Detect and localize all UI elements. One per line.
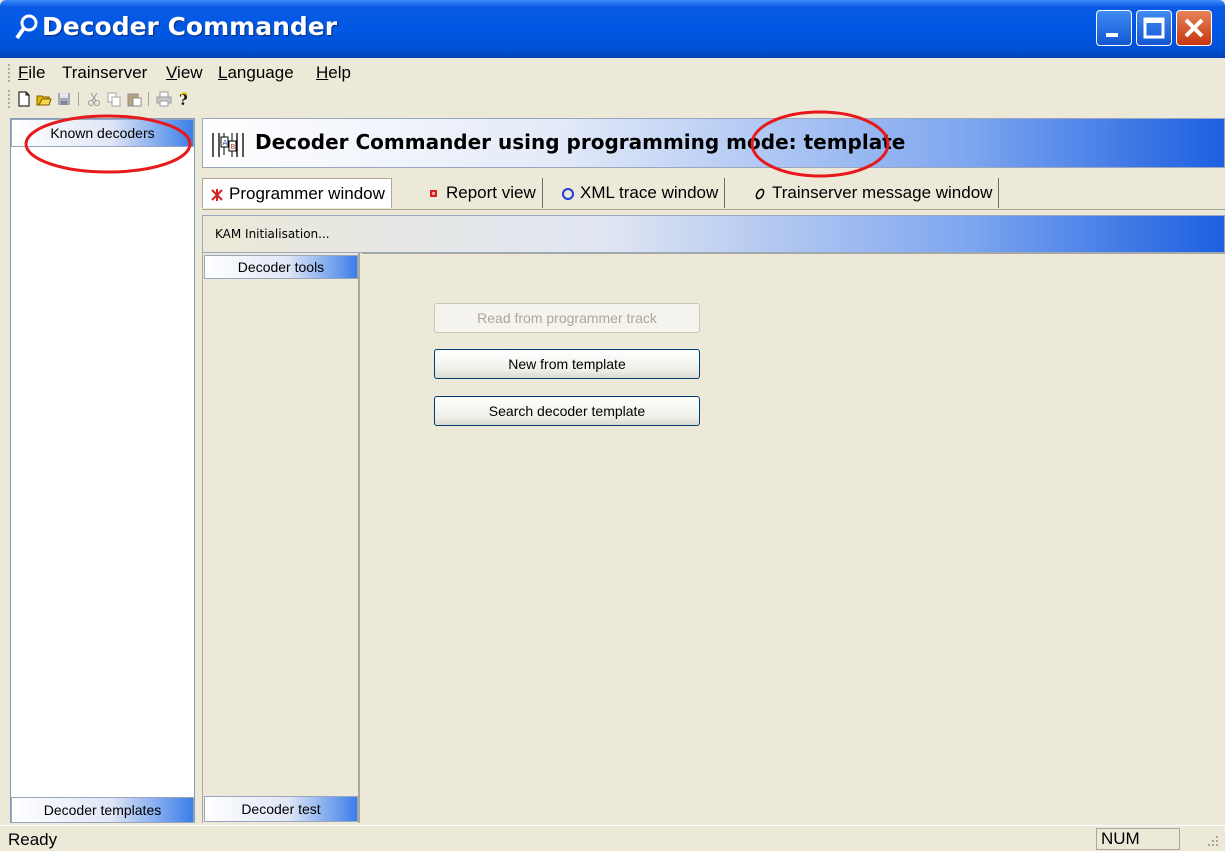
magnifier-icon xyxy=(15,14,38,40)
paste-icon[interactable] xyxy=(126,91,142,107)
header-title: Decoder Commander using programming mode… xyxy=(255,130,906,154)
decoder-tools-tab[interactable]: Decoder tools xyxy=(204,255,358,279)
tab-xml-trace-window-label: XML trace window xyxy=(580,183,719,202)
kam-initialisation-bar[interactable]: KAM Initialisation... xyxy=(202,215,1225,253)
toolbar-separator xyxy=(148,92,149,106)
toolbar: ? xyxy=(0,86,1225,112)
menu-language-label: anguage xyxy=(227,63,294,82)
known-decoders-tab[interactable]: Known decoders xyxy=(11,119,194,147)
decoder-templates-tab[interactable]: Decoder templates xyxy=(11,797,194,823)
tab-report-view[interactable]: Report view xyxy=(420,178,543,208)
read-from-programmer-track-button[interactable]: Read from programmer track xyxy=(434,303,700,333)
resize-grip-icon[interactable] xyxy=(1205,833,1219,847)
minimize-icon xyxy=(1106,33,1118,37)
print-icon[interactable] xyxy=(156,91,172,107)
xml-icon xyxy=(562,188,574,200)
new-icon[interactable] xyxy=(16,91,32,107)
menu-bar: File Trainserver View Language Help xyxy=(0,58,1225,86)
cut-icon[interactable] xyxy=(86,91,102,107)
help-icon[interactable]: ? xyxy=(176,91,192,107)
status-bar: Ready NUM xyxy=(0,825,1225,851)
tab-report-view-label: Report view xyxy=(446,183,536,202)
num-lock-indicator: NUM xyxy=(1096,828,1180,850)
toolbar-grip xyxy=(8,90,11,108)
menu-file-label: ile xyxy=(28,63,46,82)
tab-programmer-window-label: Programmer window xyxy=(229,184,385,203)
menu-help-mnemonic: H xyxy=(316,63,329,82)
menu-language[interactable]: Language xyxy=(218,63,294,83)
menu-trainserver-label: Trainserver xyxy=(62,63,148,82)
save-icon[interactable] xyxy=(56,91,72,107)
kam-initialisation-label: KAM Initialisation... xyxy=(215,227,330,241)
tab-programmer-window[interactable]: Programmer window xyxy=(202,178,392,208)
decoder-tools-pane: Decoder tools Decoder test xyxy=(202,253,360,823)
status-text: Ready xyxy=(8,830,58,849)
search-decoder-template-button[interactable]: Search decoder template xyxy=(434,396,700,426)
maximize-icon xyxy=(1143,17,1165,39)
copy-icon[interactable] xyxy=(106,91,122,107)
new-from-template-button[interactable]: New from template xyxy=(434,349,700,379)
menu-trainserver[interactable]: Trainserver xyxy=(62,63,147,83)
menu-view-mnemonic: V xyxy=(166,63,178,82)
decoder-icon: A B xyxy=(212,133,244,157)
close-icon xyxy=(1184,18,1204,38)
menu-help[interactable]: Help xyxy=(316,63,351,83)
title-bar[interactable]: Decoder Commander xyxy=(0,0,1225,58)
known-decoders-pane[interactable]: Known decoders Decoder templates xyxy=(10,118,195,823)
programmer-content: Read from programmer track New from temp… xyxy=(362,253,1225,823)
decoder-test-tab[interactable]: Decoder test xyxy=(204,796,358,822)
tab-trainserver-message-window[interactable]: Trainserver message window xyxy=(746,178,1000,208)
message-icon xyxy=(755,188,765,200)
close-button[interactable] xyxy=(1176,10,1212,46)
view-tabs: Programmer window Report view XML trace … xyxy=(202,176,1225,210)
menu-view-label: iew xyxy=(177,63,203,82)
maximize-button[interactable] xyxy=(1136,10,1172,46)
toolbar-separator xyxy=(78,92,79,106)
minimize-button[interactable] xyxy=(1096,10,1132,46)
menu-help-label: elp xyxy=(328,63,351,82)
menu-grip xyxy=(8,64,11,82)
app-window: Decoder Commander File Trainserver View … xyxy=(0,0,1225,851)
svg-text:B: B xyxy=(231,143,236,151)
menu-file-mnemonic: F xyxy=(18,63,29,82)
window-title: Decoder Commander xyxy=(42,12,338,41)
programming-mode-header: A B Decoder Commander using programming … xyxy=(202,118,1225,168)
tab-xml-trace-window[interactable]: XML trace window xyxy=(554,178,726,208)
svg-text:A: A xyxy=(223,139,228,147)
open-icon[interactable] xyxy=(36,91,52,107)
menu-view[interactable]: View xyxy=(166,63,203,83)
tab-trainserver-message-window-label: Trainserver message window xyxy=(772,183,993,202)
report-icon xyxy=(430,190,437,197)
programmer-icon xyxy=(211,189,223,201)
menu-file[interactable]: File xyxy=(18,63,45,83)
